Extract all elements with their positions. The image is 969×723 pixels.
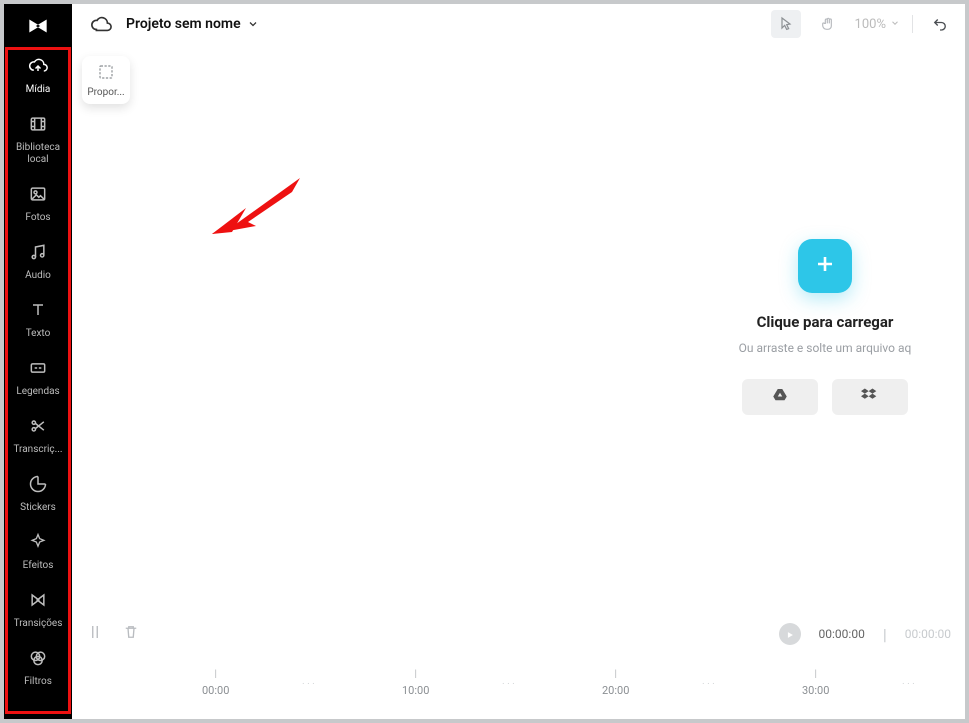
app-logo <box>4 4 72 48</box>
chevron-down-icon <box>247 15 259 34</box>
image-icon <box>28 184 48 208</box>
plus-icon <box>813 252 837 280</box>
project-name-dropdown[interactable]: Projeto sem nome <box>126 15 259 34</box>
ruler-tick-label: 00:00 <box>202 684 229 697</box>
sidebar-item-label: Stickers <box>20 502 56 514</box>
sticker-icon <box>28 474 48 498</box>
ruler-tick-label: 30:00 <box>802 684 829 697</box>
timeline-toolbar: 00:00:00 | 00:00:00 <box>72 609 965 659</box>
sidebar-item-label: Mídia <box>26 84 51 96</box>
zoom-level: 100% <box>855 17 886 32</box>
upload-button[interactable] <box>798 239 852 293</box>
play-button[interactable] <box>779 623 801 645</box>
sidebar-item-label: Áudio <box>25 270 51 282</box>
sidebar-item-transitions[interactable]: Transições <box>4 582 72 640</box>
split-button[interactable] <box>86 623 104 645</box>
sidebar-item-filters[interactable]: Filtros <box>4 640 72 698</box>
sidebar-item-stickers[interactable]: Stickers <box>4 466 72 524</box>
google-drive-button[interactable] <box>742 379 818 415</box>
scissors-icon <box>28 416 48 440</box>
sidebar-item-label: Transcriç... <box>13 444 62 456</box>
sidebar-item-media[interactable]: Mídia <box>4 48 72 106</box>
ruler-tick-label: 10:00 <box>402 684 429 697</box>
sparkle-icon <box>28 532 48 556</box>
sidebar-item-effects[interactable]: Efeitos <box>4 524 72 582</box>
sidebar-item-transcription[interactable]: Transcriç... <box>4 408 72 466</box>
top-bar: Projeto sem nome 100% <box>72 4 965 44</box>
dropbox-icon <box>861 386 879 408</box>
sidebar-item-local-library[interactable]: Biblioteca local <box>4 106 72 176</box>
sidebar-item-label: Biblioteca local <box>8 142 68 166</box>
sidebar-item-photos[interactable]: Fotos <box>4 176 72 234</box>
annotation-red-arrow <box>212 174 302 244</box>
upload-subtitle: Ou arraste e solte um arquivo aq <box>739 341 912 355</box>
sidebar-item-text[interactable]: Texto <box>4 292 72 350</box>
cloud-upload-icon <box>28 56 48 80</box>
zoom-dropdown[interactable]: 100% <box>855 17 900 32</box>
crop-frame-icon <box>97 63 115 84</box>
cursor-tool-button[interactable] <box>771 10 801 38</box>
text-icon <box>28 300 48 324</box>
divider <box>912 15 913 33</box>
cloud-icon[interactable] <box>90 13 112 35</box>
aspect-ratio-button[interactable]: Propor... <box>82 56 130 104</box>
sidebar-item-label: Filtros <box>24 676 52 688</box>
sidebar-item-label: Legendas <box>16 386 59 398</box>
google-drive-icon <box>771 386 789 408</box>
project-name: Projeto sem nome <box>126 16 241 32</box>
sidebar-item-audio[interactable]: Áudio <box>4 234 72 292</box>
undo-button[interactable] <box>925 10 955 38</box>
sidebar-item-label: Transições <box>14 618 63 630</box>
editor-canvas[interactable]: Propor... Clique para carregar Ou arrast… <box>72 44 965 609</box>
play-icon <box>785 625 795 644</box>
sidebar-item-captions[interactable]: Legendas <box>4 350 72 408</box>
captions-icon <box>28 358 48 382</box>
aspect-ratio-label: Propor... <box>87 87 124 98</box>
ruler-tick-label: 20:00 <box>602 684 629 697</box>
timeline-current-time: 00:00:00 <box>819 627 865 641</box>
transition-icon <box>28 590 48 614</box>
film-icon <box>28 114 48 138</box>
sidebar-item-label: Fotos <box>25 212 50 224</box>
timeline-duration: 00:00:00 <box>905 627 951 641</box>
upload-title: Clique para carregar <box>757 313 894 331</box>
sidebar-item-label: Efeitos <box>23 560 54 572</box>
timeline-panel: 00:00:00 | 00:00:00 |00:00 · · · |10:00 … <box>72 609 965 719</box>
sidebar-item-label: Texto <box>26 328 51 340</box>
chevron-down-icon <box>890 17 900 32</box>
timeline-ruler[interactable]: |00:00 · · · |10:00 · · · |20:00 · · · |… <box>72 659 965 709</box>
music-note-icon <box>28 242 48 266</box>
left-sidebar: Mídia Biblioteca local Fotos Áudio Texto <box>4 4 72 719</box>
dropbox-button[interactable] <box>832 379 908 415</box>
filters-icon <box>28 648 48 672</box>
upload-panel: Clique para carregar Ou arraste e solte … <box>685 44 965 609</box>
hand-tool-button[interactable] <box>813 10 843 38</box>
delete-button[interactable] <box>122 623 140 645</box>
